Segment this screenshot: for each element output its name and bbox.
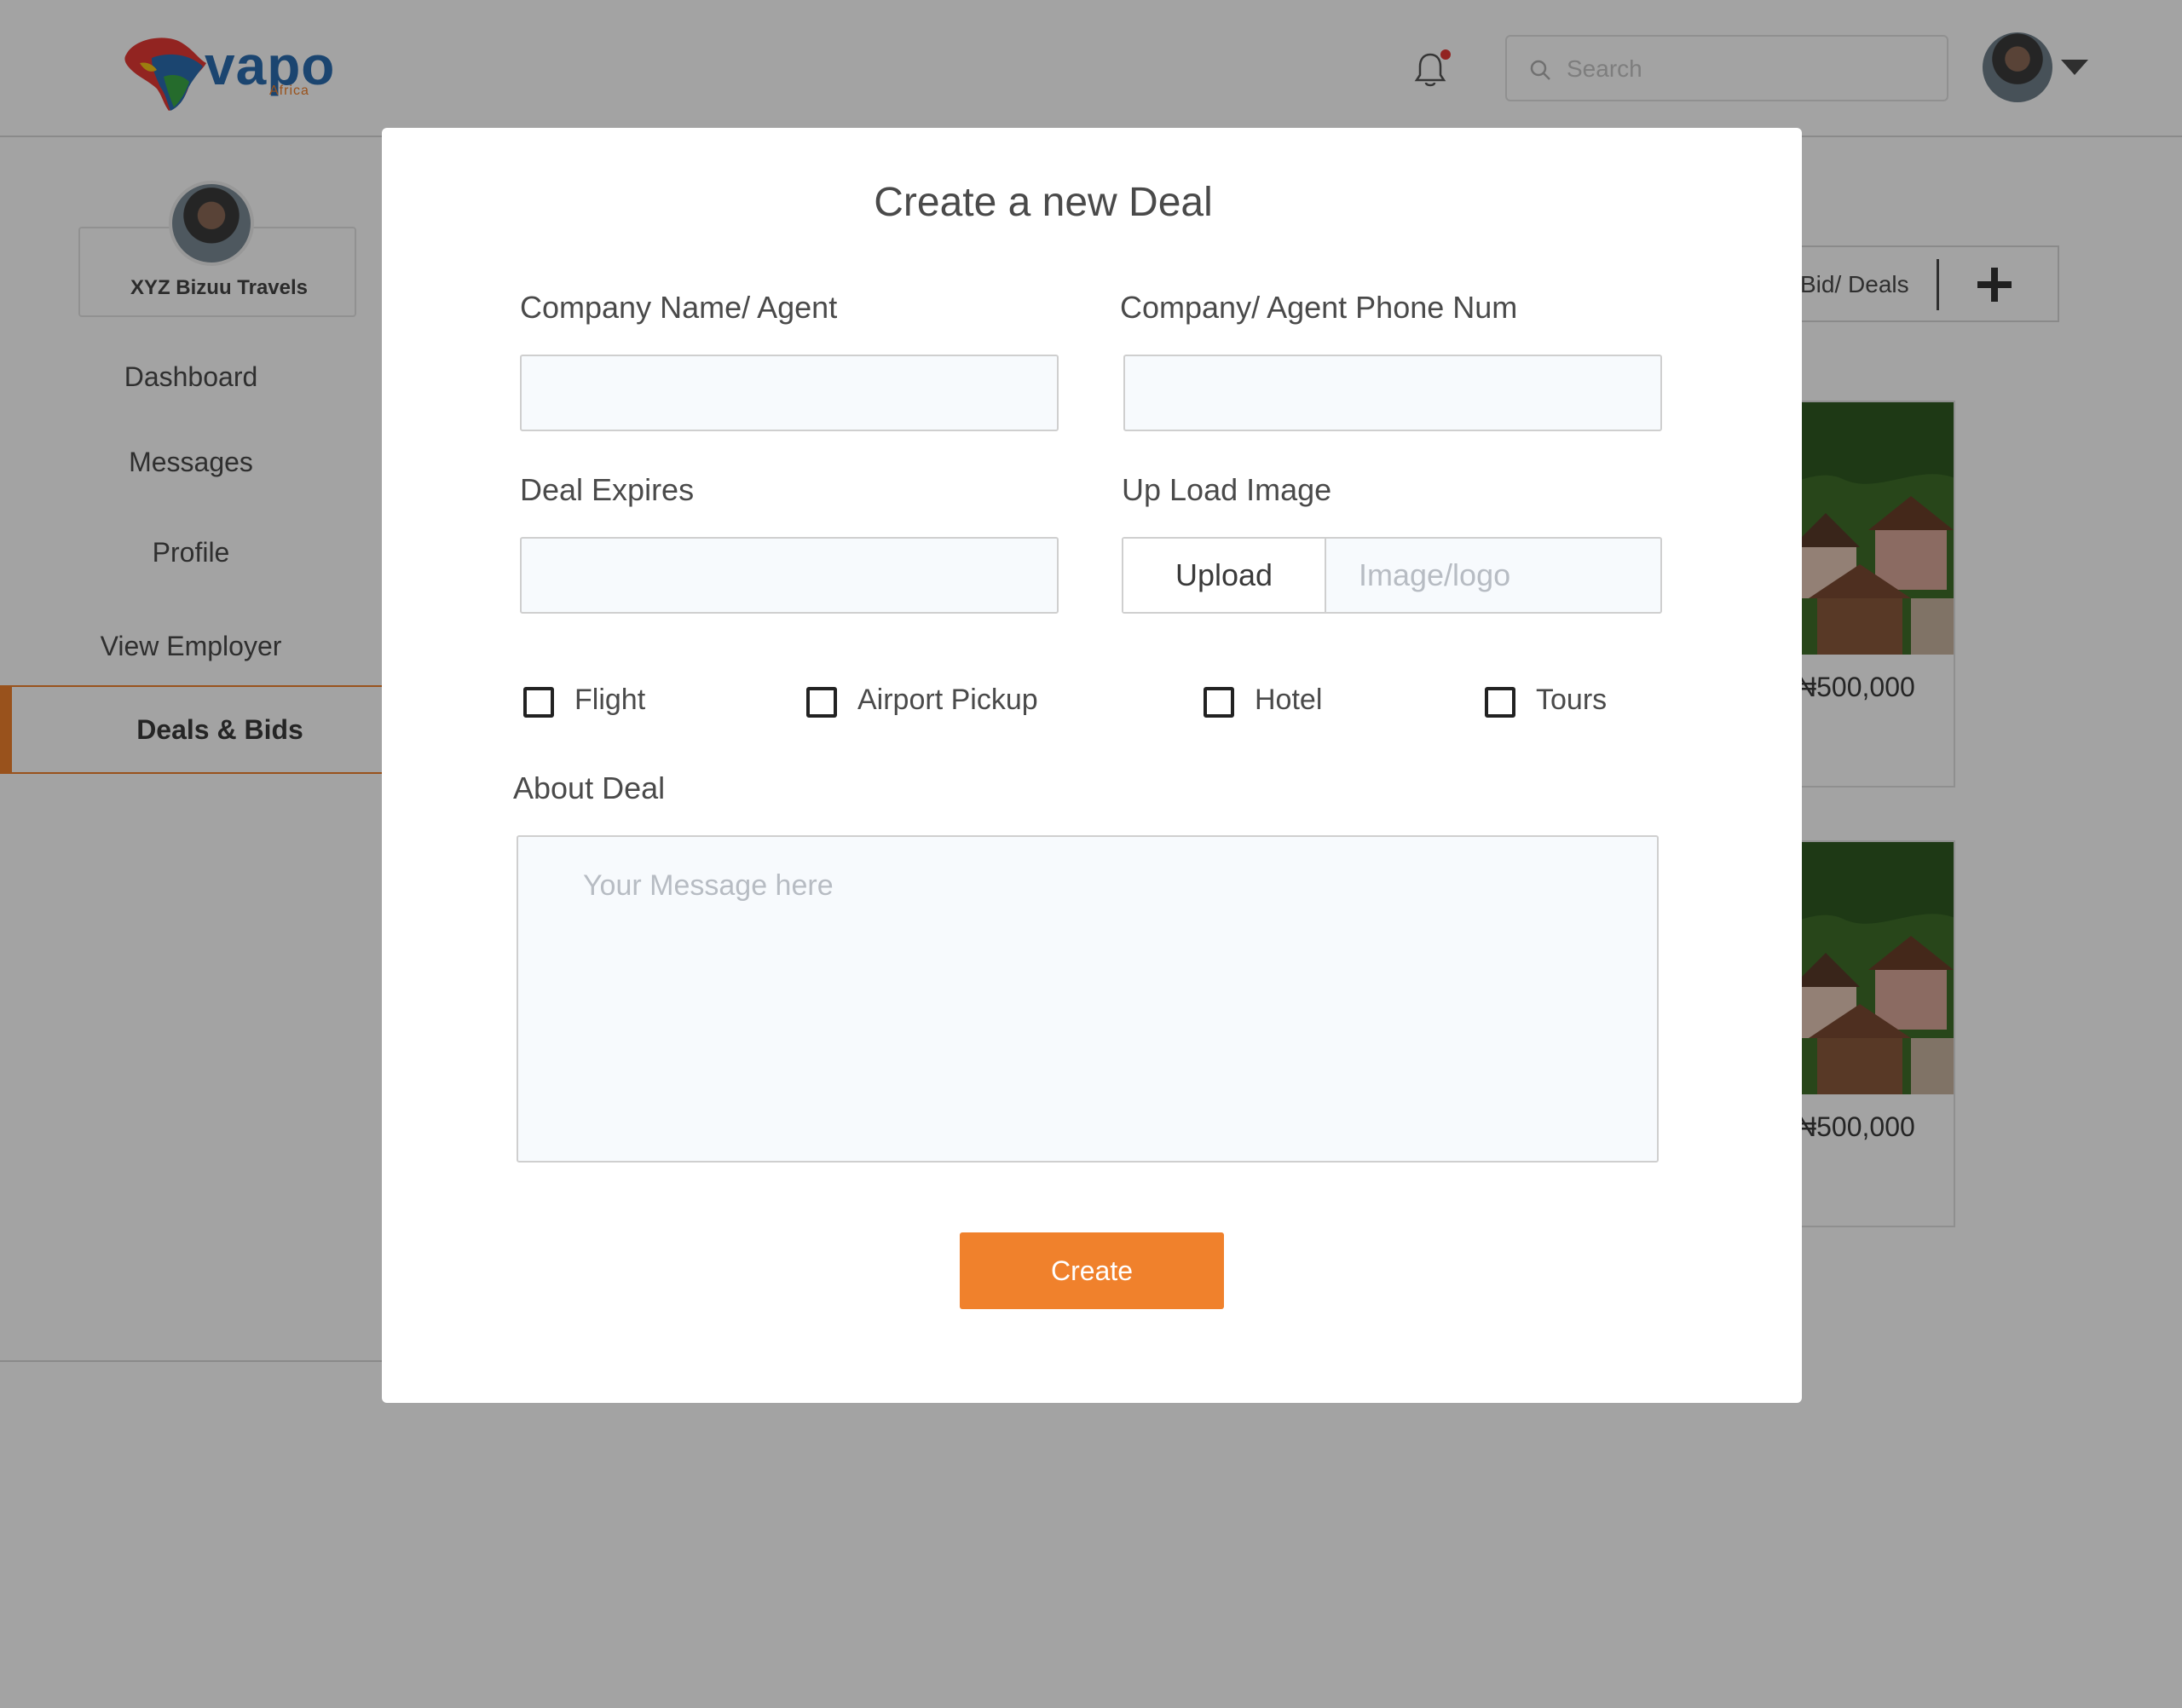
airport-pickup-checkbox[interactable]: [806, 687, 837, 718]
tours-checkbox-label: Tours: [1536, 684, 1608, 716]
upload-button[interactable]: Upload: [1123, 539, 1326, 612]
flight-checkbox[interactable]: [523, 687, 554, 718]
tours-checkbox[interactable]: [1485, 687, 1515, 718]
about-deal-textarea[interactable]: [518, 837, 1657, 1161]
create-button[interactable]: Create: [960, 1232, 1224, 1309]
deal-expires-field-wrap: [520, 537, 1059, 614]
company-name-input[interactable]: [522, 356, 1057, 430]
upload-image-field: Upload Image/logo: [1122, 537, 1662, 614]
upload-filename-placeholder[interactable]: Image/logo: [1359, 539, 1510, 612]
phone-field-wrap: [1123, 355, 1662, 431]
modal-title: Create a new Deal: [874, 180, 1213, 225]
about-deal-label: About Deal: [513, 770, 666, 805]
create-deal-modal: Create a new Deal Company Name/ Agent Co…: [382, 128, 1802, 1403]
about-deal-field-wrap: [517, 835, 1659, 1163]
company-name-label: Company Name/ Agent: [520, 290, 838, 325]
phone-input[interactable]: [1125, 356, 1660, 430]
deal-expires-label: Deal Expires: [520, 472, 695, 507]
upload-image-label: Up Load Image: [1122, 472, 1332, 507]
airport-pickup-checkbox-label: Airport Pickup: [857, 684, 1038, 716]
hotel-checkbox[interactable]: [1204, 687, 1234, 718]
flight-checkbox-label: Flight: [574, 684, 646, 716]
company-name-field-wrap: [520, 355, 1059, 431]
hotel-checkbox-label: Hotel: [1255, 684, 1323, 716]
deal-expires-input[interactable]: [522, 539, 1057, 612]
phone-label: Company/ Agent Phone Num: [1120, 290, 1518, 325]
